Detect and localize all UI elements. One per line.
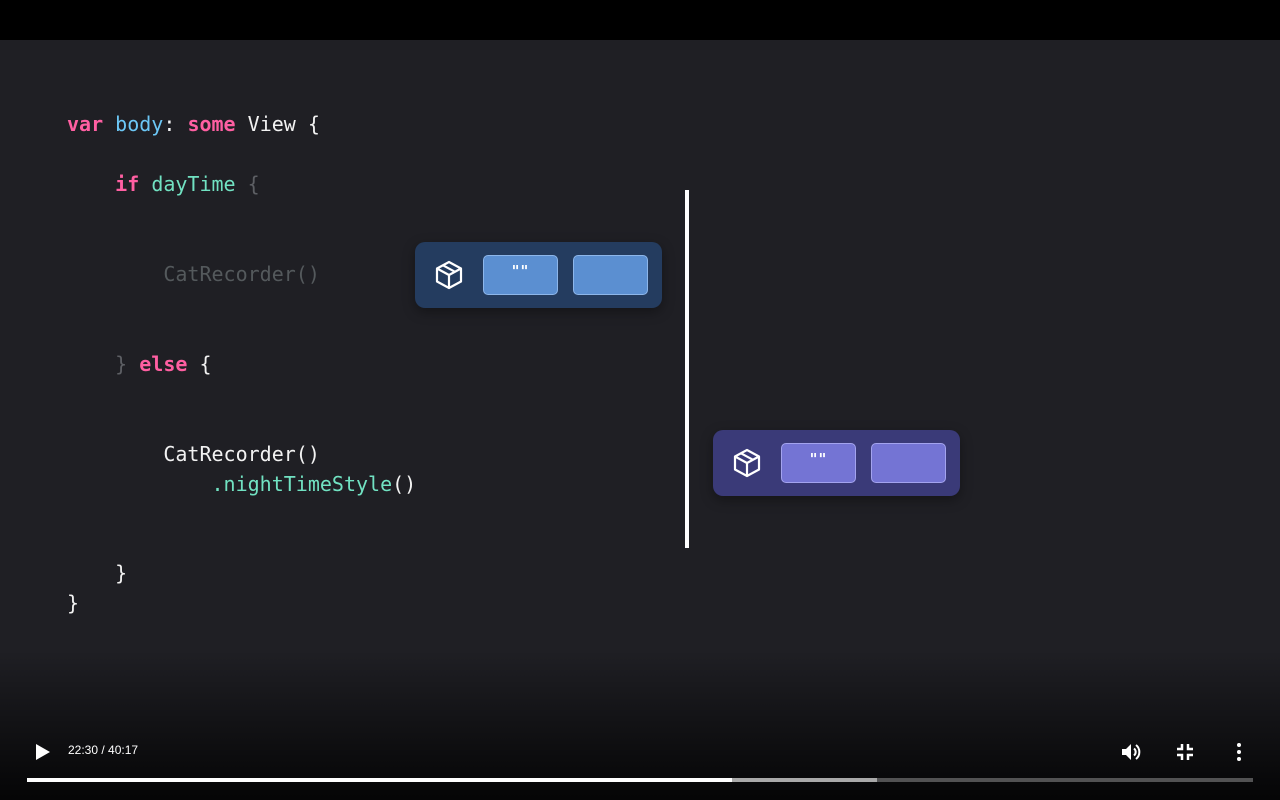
node-slot-string: "" <box>483 255 558 295</box>
video-frame[interactable]: var body: some View { if dayTime { CatRe… <box>0 40 1280 800</box>
node-slot-string: "" <box>781 443 856 483</box>
code-line-8: } <box>67 591 80 615</box>
code-line-3: CatRecorder() <box>163 262 320 286</box>
exit-fullscreen-icon[interactable] <box>1173 740 1197 764</box>
progress-played <box>27 778 733 782</box>
package-box-icon <box>733 448 761 478</box>
package-box-icon <box>435 260 463 290</box>
night-view-node-card: "" <box>713 430 960 496</box>
time-display: 22:30 / 40:17 <box>68 743 139 757</box>
code-line-7: } <box>115 561 128 585</box>
node-slot-empty <box>573 255 648 295</box>
code-line-2: if dayTime { <box>115 172 260 196</box>
day-view-node-card: "" <box>415 242 662 308</box>
more-options-icon[interactable] <box>1227 740 1251 764</box>
progress-bar[interactable] <box>27 778 1253 782</box>
volume-icon[interactable] <box>1119 740 1143 764</box>
code-line-1: var body: some View { <box>67 112 320 136</box>
code-line-4: } else { <box>115 352 212 376</box>
node-slot-empty <box>871 443 946 483</box>
code-line-6: .nightTimeStyle() <box>211 472 417 496</box>
play-icon[interactable] <box>30 740 54 764</box>
code-line-5: CatRecorder() <box>163 442 320 466</box>
divider-line <box>685 190 689 548</box>
